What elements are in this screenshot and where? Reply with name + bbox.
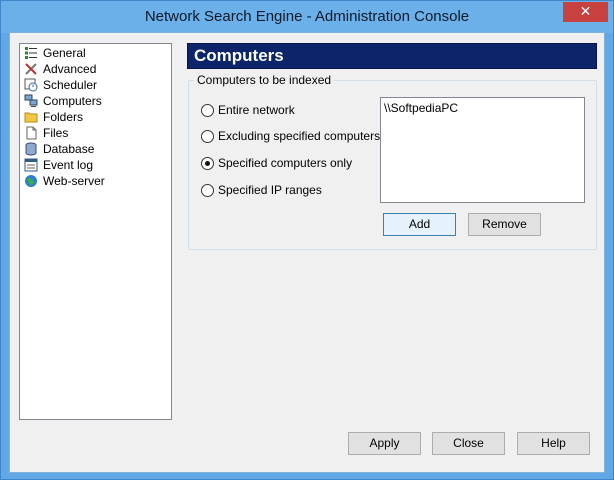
computers-icon	[24, 94, 38, 108]
radio-ip-ranges[interactable]: Specified IP ranges	[201, 182, 322, 198]
client-area: General Advanced Scheduler Computers Fol…	[9, 32, 605, 473]
radio-button-checked-icon[interactable]	[201, 156, 214, 170]
radio-entire-network[interactable]: Entire network	[201, 102, 295, 118]
general-list-icon	[24, 46, 38, 60]
tree-item-label: Computers	[43, 94, 102, 108]
radio-label: Specified computers only	[218, 156, 353, 170]
radio-label: Entire network	[218, 103, 295, 117]
tree-item-files[interactable]: Files	[24, 125, 68, 141]
tree-item-label: Scheduler	[43, 78, 98, 92]
tree-item-label: Files	[43, 126, 69, 140]
file-icon	[24, 126, 38, 140]
tree-item-database[interactable]: Database	[24, 141, 94, 157]
close-button[interactable]: Close	[432, 432, 505, 455]
tree-item-event-log[interactable]: Event log	[24, 157, 93, 173]
database-icon	[24, 142, 38, 156]
list-item[interactable]: \\SoftpediaPC	[384, 101, 581, 115]
add-button[interactable]: Add	[383, 213, 456, 236]
tree-item-label: Database	[43, 142, 95, 156]
folder-icon	[24, 110, 38, 124]
help-button[interactable]: Help	[517, 432, 590, 455]
tools-icon	[24, 62, 38, 76]
computers-listbox[interactable]: \\SoftpediaPC	[380, 97, 585, 203]
tree-item-general[interactable]: General	[24, 45, 86, 61]
tree-item-label: Event log	[43, 158, 94, 172]
tree-item-folders[interactable]: Folders	[24, 109, 83, 125]
group-label: Computers to be indexed	[194, 73, 335, 87]
radio-button-icon[interactable]	[201, 103, 214, 117]
tree-item-label: Folders	[43, 110, 84, 124]
title-bar[interactable]: Network Search Engine - Administration C…	[1, 1, 613, 33]
window-title: Network Search Engine - Administration C…	[144, 8, 470, 25]
radio-button-icon[interactable]	[201, 129, 214, 143]
apply-button[interactable]: Apply	[348, 432, 421, 455]
tree-item-computers[interactable]: Computers	[24, 93, 102, 109]
tree-item-advanced[interactable]: Advanced	[24, 61, 96, 77]
tree-item-scheduler[interactable]: Scheduler	[24, 77, 97, 93]
tree-item-label: Web-server	[43, 174, 105, 188]
close-window-button[interactable]: ✕	[563, 2, 608, 22]
event-log-icon	[24, 158, 38, 172]
radio-excluding-specified[interactable]: Excluding specified computers	[201, 128, 380, 144]
navigation-tree[interactable]: General Advanced Scheduler Computers Fol…	[19, 43, 172, 420]
radio-specified-only[interactable]: Specified computers only	[201, 155, 352, 171]
remove-button[interactable]: Remove	[468, 213, 541, 236]
radio-label: Excluding specified computers	[218, 129, 381, 143]
scheduler-icon	[24, 78, 38, 92]
page-title: Computers	[187, 43, 597, 69]
radio-label: Specified IP ranges	[218, 183, 322, 197]
radio-button-icon[interactable]	[201, 183, 214, 197]
tree-item-web-server[interactable]: Web-server	[24, 173, 105, 189]
tree-item-label: Advanced	[43, 62, 97, 76]
tree-item-label: General	[43, 46, 86, 60]
app-window: Network Search Engine - Administration C…	[0, 0, 614, 480]
globe-icon	[24, 174, 38, 188]
